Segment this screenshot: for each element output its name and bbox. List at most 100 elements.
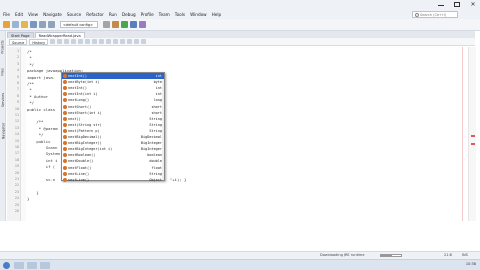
new-project-icon[interactable] — [3, 21, 10, 28]
view-tab-source[interactable]: Source — [9, 38, 28, 45]
menu-edit[interactable]: Edit — [15, 12, 23, 17]
completion-item[interactable]: nextLine() Object — [62, 177, 164, 183]
redo-icon[interactable] — [48, 21, 55, 28]
editor-tool-icon[interactable] — [50, 39, 56, 44]
completion-type: BigInteger — [140, 147, 162, 152]
editor-tool-icon[interactable] — [113, 39, 119, 44]
side-tab-projects[interactable]: Projects — [0, 35, 6, 59]
code-line[interactable]: if ( — [27, 164, 55, 169]
method-icon — [63, 92, 67, 97]
editor-tool-icon[interactable] — [64, 39, 70, 44]
method-icon — [63, 110, 67, 115]
side-tab-files[interactable]: Files — [0, 61, 6, 83]
build-icon[interactable] — [103, 21, 110, 28]
code-line[interactable]: /** — [27, 81, 34, 86]
insert-mode: INS — [462, 253, 468, 257]
progress-bar[interactable] — [380, 254, 402, 257]
code-line[interactable]: sc.n — [27, 177, 55, 182]
code-line[interactable]: */ — [27, 62, 34, 67]
completion-type: float — [151, 165, 162, 170]
netbeans-task[interactable] — [40, 262, 50, 269]
code-line[interactable]: public class — [27, 107, 55, 112]
error-marker[interactable] — [471, 135, 475, 137]
main-toolbar: <default config> — [0, 19, 480, 31]
editor-tool-icon[interactable] — [127, 39, 133, 44]
completion-method: next() — [68, 116, 81, 121]
completion-method: nextShort(int i) — [68, 110, 102, 115]
browser-task[interactable] — [27, 262, 37, 269]
code-line[interactable]: /* — [27, 49, 32, 54]
code-line[interactable]: * Author — [27, 94, 48, 99]
menu-run[interactable]: Run — [109, 12, 117, 17]
error-marker[interactable] — [471, 143, 475, 145]
minimize-icon[interactable] — [436, 2, 446, 7]
method-icon — [63, 98, 67, 103]
method-icon — [63, 165, 67, 170]
menu-tools[interactable]: Tools — [175, 12, 185, 17]
method-icon — [63, 128, 67, 133]
close-icon[interactable]: ✕ — [468, 2, 478, 8]
caret-position: 21:8 — [444, 253, 452, 257]
code-line[interactable]: } — [27, 196, 29, 201]
code-line[interactable]: /** — [27, 119, 43, 124]
editor-tool-icon[interactable] — [57, 39, 63, 44]
editor-tool-icon[interactable] — [120, 39, 126, 44]
code-line[interactable] — [27, 171, 55, 176]
start-button[interactable] — [3, 262, 10, 269]
editor-tool-icon[interactable] — [85, 39, 91, 44]
code-line[interactable]: */ — [27, 132, 44, 137]
save-all-icon[interactable] — [30, 21, 37, 28]
menu-view[interactable]: View — [28, 12, 38, 17]
completion-method: nextLong() — [68, 98, 90, 103]
code-line[interactable]: * — [27, 87, 31, 92]
code-line[interactable]: * @param — [27, 126, 58, 131]
code-line[interactable]: public — [27, 139, 50, 144]
editor-tool-icon[interactable] — [78, 39, 84, 44]
menu-file[interactable]: File — [3, 12, 10, 17]
line-number: 20 — [14, 170, 19, 175]
editor-tool-icon[interactable] — [134, 39, 140, 44]
new-file-icon[interactable] — [12, 21, 19, 28]
open-project-icon[interactable] — [21, 21, 28, 28]
debug-icon[interactable] — [130, 21, 137, 28]
code-line[interactable]: */ — [27, 100, 34, 105]
menu-window[interactable]: Window — [190, 12, 207, 17]
explorer-task[interactable] — [14, 262, 24, 269]
search-input[interactable]: Search (Ctrl+I) — [420, 13, 446, 17]
menu-refactor[interactable]: Refactor — [86, 12, 104, 17]
line-number: 7 — [16, 87, 19, 92]
undo-icon[interactable] — [39, 21, 46, 28]
menu-debug[interactable]: Debug — [122, 12, 136, 17]
menu-profile[interactable]: Profile — [141, 12, 154, 17]
code-line[interactable]: } — [27, 190, 38, 195]
error-stripe[interactable] — [468, 47, 476, 221]
search-box[interactable]: Search (Ctrl+I) — [412, 11, 458, 18]
menu-help[interactable]: Help — [212, 12, 222, 17]
menu-source[interactable]: Source — [67, 12, 81, 17]
config-select[interactable]: <default config> — [60, 21, 98, 28]
method-icon — [63, 141, 67, 146]
code-line[interactable]: int i — [27, 158, 58, 163]
clock: 10:38 — [465, 262, 476, 266]
editor-tool-icon[interactable] — [106, 39, 112, 44]
editor-tool-icon[interactable] — [141, 39, 147, 44]
view-tab-history[interactable]: History — [29, 38, 49, 45]
editor-tool-icon[interactable] — [99, 39, 105, 44]
clean-build-icon[interactable] — [112, 21, 119, 28]
code-line[interactable]: System — [27, 151, 60, 156]
code-line-tail[interactable]: "+i); } — [170, 177, 186, 182]
code-line[interactable]: Scann — [27, 145, 58, 150]
menu-navigate[interactable]: Navigate — [43, 12, 62, 17]
editor-tool-icon[interactable] — [71, 39, 77, 44]
profile-icon[interactable] — [139, 21, 146, 28]
code-line[interactable]: import java. — [27, 75, 55, 80]
maximize-icon[interactable] — [452, 2, 462, 7]
completion-type: short — [151, 110, 162, 115]
side-tab-services[interactable]: Services — [0, 87, 6, 113]
completion-type: BigDecimal — [140, 135, 162, 140]
run-icon[interactable] — [121, 21, 128, 28]
side-tab-navigator[interactable]: Navigator — [0, 117, 6, 145]
menu-team[interactable]: Team — [159, 12, 170, 17]
editor-tool-icon[interactable] — [92, 39, 98, 44]
code-line[interactable]: * — [27, 55, 31, 60]
